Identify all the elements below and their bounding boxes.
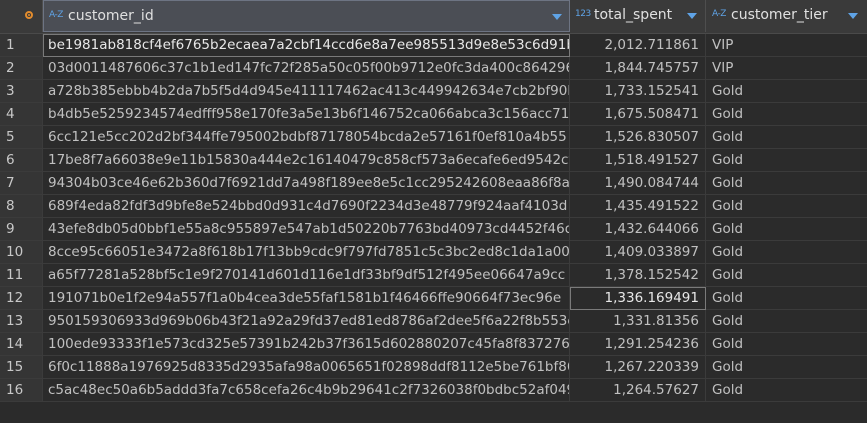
sort-arrow-icon[interactable] — [687, 13, 697, 19]
cell-customer-tier[interactable]: Gold — [706, 80, 867, 103]
cell-total-spent[interactable]: 1,435.491522 — [570, 195, 706, 218]
cell-total-spent[interactable]: 1,526.830507 — [570, 126, 706, 149]
sort-arrow-icon[interactable] — [552, 14, 562, 20]
text-type-icon: A-Z — [49, 10, 63, 20]
cell-total-spent[interactable]: 1,844.745757 — [570, 57, 706, 80]
table-row[interactable]: 11 a65f77281a528bf5c1e9f270141d601d116e1d… — [0, 264, 867, 287]
cell-customer-tier[interactable]: Gold — [706, 126, 867, 149]
cell-customer-tier[interactable]: Gold — [706, 195, 867, 218]
cell-customer-tier[interactable]: VIP — [706, 57, 867, 80]
row-number[interactable]: 12 — [0, 287, 43, 310]
cell-total-spent[interactable]: 1,336.169491 — [570, 287, 706, 310]
row-number[interactable]: 16 — [0, 379, 43, 402]
table-row[interactable]: 2 03d0011487606c37c1b1ed147fc72f285a50c05… — [0, 57, 867, 80]
row-number[interactable]: 3 — [0, 80, 43, 103]
cell-customer-tier[interactable]: VIP — [706, 34, 867, 57]
cell-total-spent[interactable]: 1,432.644066 — [570, 218, 706, 241]
table-row[interactable]: 15 6f0c11888a1976925d8335d2935afa98a00656… — [0, 356, 867, 379]
cell-total-spent[interactable]: 1,518.491527 — [570, 149, 706, 172]
row-number[interactable]: 14 — [0, 333, 43, 356]
cell-customer-tier[interactable]: Gold — [706, 310, 867, 333]
table-row[interactable]: 13 950159306933d969b06b43f21a92a29fd37ed8… — [0, 310, 867, 333]
cell-total-spent[interactable]: 1,267.220339 — [570, 356, 706, 379]
cell-customer-id[interactable]: 6cc121e5cc202d2bf344ffe795002bdbf8717805… — [43, 126, 570, 149]
row-number[interactable]: 6 — [0, 149, 43, 172]
column-header-label: total_spent — [594, 7, 673, 23]
row-number[interactable]: 15 — [0, 356, 43, 379]
target-icon — [25, 11, 33, 19]
table-row[interactable]: 9 43efe8db05d0bbf1e55a8c955897e547ab1d502… — [0, 218, 867, 241]
row-number[interactable]: 1 — [0, 34, 43, 57]
cell-total-spent[interactable]: 1,291.254236 — [570, 333, 706, 356]
cell-customer-tier[interactable]: Gold — [706, 241, 867, 264]
row-number[interactable]: 9 — [0, 218, 43, 241]
numeric-type-icon: 123 — [575, 9, 591, 19]
select-all-corner[interactable] — [0, 0, 43, 32]
table-row[interactable]: 7 94304b03ce46e62b360d7f6921dd7a498f189ee… — [0, 172, 867, 195]
text-type-icon: A-Z — [712, 9, 726, 19]
cell-customer-id[interactable]: 6f0c11888a1976925d8335d2935afa98a0065651… — [43, 356, 570, 379]
table-row[interactable]: 10 8cce95c66051e3472a8f618b17f13bb9cdc9f7… — [0, 241, 867, 264]
cell-total-spent[interactable]: 1,490.084744 — [570, 172, 706, 195]
column-header-label: customer_tier — [731, 7, 828, 23]
cell-customer-tier[interactable]: Gold — [706, 264, 867, 287]
cell-customer-id[interactable]: 191071b0e1f2e94a557f1a0b4cea3de55faf1581… — [43, 287, 570, 310]
column-header-label: customer_id — [68, 8, 154, 24]
cell-customer-id[interactable]: be1981ab818cf4ef6765b2ecaea7a2cbf14ccd6e… — [43, 34, 570, 57]
cell-customer-id[interactable]: 8cce95c66051e3472a8f618b17f13bb9cdc9f797… — [43, 241, 570, 264]
column-header-customer-id[interactable]: A-Z customer_id — [43, 0, 570, 32]
cell-customer-id[interactable]: a65f77281a528bf5c1e9f270141d601d116e1df3… — [43, 264, 570, 287]
cell-total-spent[interactable]: 1,409.033897 — [570, 241, 706, 264]
cell-customer-id[interactable]: c5ac48ec50a6b5addd3fa7c658cefa26c4b9b296… — [43, 379, 570, 402]
row-number[interactable]: 13 — [0, 310, 43, 333]
column-header-customer-tier[interactable]: A-Z customer_tier — [706, 0, 867, 32]
cell-customer-tier[interactable]: Gold — [706, 379, 867, 402]
table-row[interactable]: 14 100ede93333f1e573cd325e57391b242b37f36… — [0, 333, 867, 356]
table-row[interactable]: 4 b4db5e5259234574edfff958e170fe3a5e13b6f… — [0, 103, 867, 126]
cell-customer-id[interactable]: 94304b03ce46e62b360d7f6921dd7a498f189ee8… — [43, 172, 570, 195]
cell-customer-tier[interactable]: Gold — [706, 287, 867, 310]
cell-total-spent[interactable]: 1,264.57627 — [570, 379, 706, 402]
row-number[interactable]: 8 — [0, 195, 43, 218]
cell-customer-tier[interactable]: Gold — [706, 333, 867, 356]
cell-customer-id[interactable]: 689f4eda82fdf3d9bfe8e524bbd0d931c4d7690f… — [43, 195, 570, 218]
row-number[interactable]: 10 — [0, 241, 43, 264]
cell-customer-id[interactable]: 43efe8db05d0bbf1e55a8c955897e547ab1d5022… — [43, 218, 570, 241]
table-row[interactable]: 6 17be8f7a66038e9e11b15830a444e2c16140479… — [0, 149, 867, 172]
cell-customer-id[interactable]: 950159306933d969b06b43f21a92a29fd37ed81e… — [43, 310, 570, 333]
cell-total-spent[interactable]: 2,012.711861 — [570, 34, 706, 57]
row-number[interactable]: 7 — [0, 172, 43, 195]
result-grid: A-Z customer_id 123 total_spent A-Z cust… — [0, 0, 867, 423]
cell-total-spent[interactable]: 1,733.152541 — [570, 80, 706, 103]
cell-total-spent[interactable]: 1,378.152542 — [570, 264, 706, 287]
cell-customer-id[interactable]: a728b385ebbb4b2da7b5f5d4d945e411117462ac… — [43, 80, 570, 103]
cell-customer-id[interactable]: 17be8f7a66038e9e11b15830a444e2c16140479c… — [43, 149, 570, 172]
cell-customer-tier[interactable]: Gold — [706, 103, 867, 126]
cell-customer-tier[interactable]: Gold — [706, 149, 867, 172]
cell-total-spent[interactable]: 1,675.508471 — [570, 103, 706, 126]
table-row[interactable]: 12 191071b0e1f2e94a557f1a0b4cea3de55faf15… — [0, 287, 867, 310]
column-header-total-spent[interactable]: 123 total_spent — [570, 0, 706, 32]
cell-customer-id[interactable]: 03d0011487606c37c1b1ed147fc72f285a50c05f… — [43, 57, 570, 80]
cell-customer-tier[interactable]: Gold — [706, 356, 867, 379]
table-row[interactable]: 8 689f4eda82fdf3d9bfe8e524bbd0d931c4d7690… — [0, 195, 867, 218]
table-row[interactable]: 16 c5ac48ec50a6b5addd3fa7c658cefa26c4b9b2… — [0, 379, 867, 402]
cell-total-spent[interactable]: 1,331.81356 — [570, 310, 706, 333]
row-number[interactable]: 4 — [0, 103, 43, 126]
row-number[interactable]: 11 — [0, 264, 43, 287]
row-number[interactable]: 2 — [0, 57, 43, 80]
row-number[interactable]: 5 — [0, 126, 43, 149]
sort-arrow-icon[interactable] — [848, 13, 858, 19]
table-row[interactable]: 5 6cc121e5cc202d2bf344ffe795002bdbf871780… — [0, 126, 867, 149]
cell-customer-id[interactable]: b4db5e5259234574edfff958e170fe3a5e13b6f1… — [43, 103, 570, 126]
table-row[interactable]: 3 a728b385ebbb4b2da7b5f5d4d945e411117462a… — [0, 80, 867, 103]
table-row[interactable]: 1 be1981ab818cf4ef6765b2ecaea7a2cbf14ccd6… — [0, 34, 867, 57]
grid-header: A-Z customer_id 123 total_spent A-Z cust… — [0, 0, 867, 34]
cell-customer-tier[interactable]: Gold — [706, 218, 867, 241]
cell-customer-id[interactable]: 100ede93333f1e573cd325e57391b242b37f3615… — [43, 333, 570, 356]
cell-customer-tier[interactable]: Gold — [706, 172, 867, 195]
